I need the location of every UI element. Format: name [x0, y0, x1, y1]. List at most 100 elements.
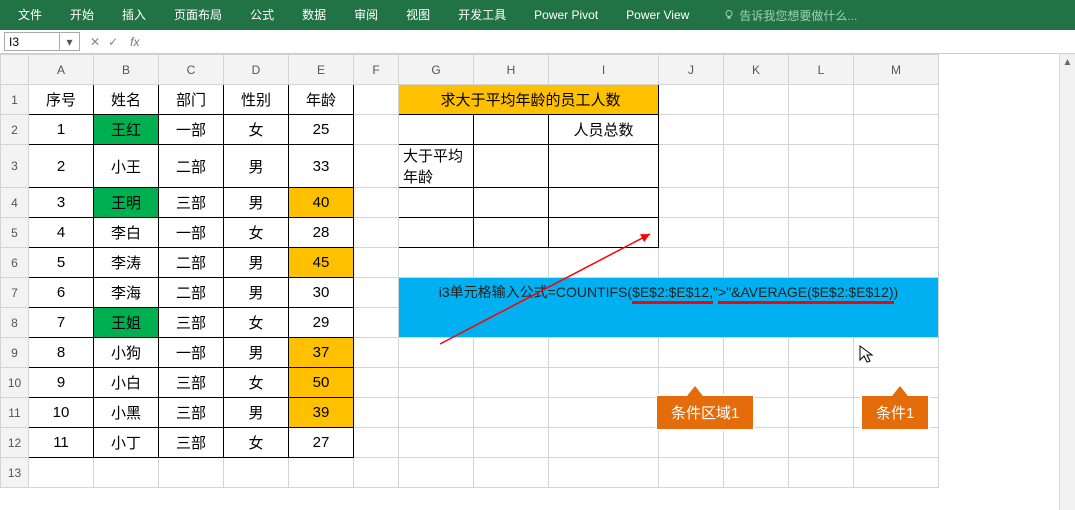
cell-E8[interactable]: 29: [289, 308, 354, 338]
cell-K1[interactable]: [724, 85, 789, 115]
cell-A9[interactable]: 8: [29, 338, 94, 368]
cell-B7[interactable]: 李海: [94, 278, 159, 308]
ribbon-tab-审阅[interactable]: 审阅: [340, 0, 392, 30]
cell-J6[interactable]: [659, 248, 724, 278]
cell-L5[interactable]: [789, 218, 854, 248]
cell-E9[interactable]: 37: [289, 338, 354, 368]
cell-M5[interactable]: [854, 218, 939, 248]
cell-K4[interactable]: [724, 188, 789, 218]
cell-G12[interactable]: [399, 428, 474, 458]
cell-E5[interactable]: 28: [289, 218, 354, 248]
cell-D3[interactable]: 男: [224, 145, 289, 188]
cell-H4[interactable]: [474, 188, 549, 218]
cell-K10[interactable]: [724, 368, 789, 398]
cell-B6[interactable]: 李涛: [94, 248, 159, 278]
cell-A2[interactable]: 1: [29, 115, 94, 145]
cell-A10[interactable]: 9: [29, 368, 94, 398]
cell-C8[interactable]: 三部: [159, 308, 224, 338]
cell-J2[interactable]: [659, 115, 724, 145]
col-header-L[interactable]: L: [789, 55, 854, 85]
cell-J5[interactable]: [659, 218, 724, 248]
cell-D4[interactable]: 男: [224, 188, 289, 218]
cell-A4[interactable]: 3: [29, 188, 94, 218]
cell-E1[interactable]: 年龄: [289, 85, 354, 115]
cell-D12[interactable]: 女: [224, 428, 289, 458]
row-header-10[interactable]: 10: [1, 368, 29, 398]
cell-H6[interactable]: [474, 248, 549, 278]
cell-M13[interactable]: [854, 458, 939, 488]
cell-C5[interactable]: 一部: [159, 218, 224, 248]
cell-M6[interactable]: [854, 248, 939, 278]
cell-B10[interactable]: 小白: [94, 368, 159, 398]
ribbon-tab-插入[interactable]: 插入: [108, 0, 160, 30]
cell-C2[interactable]: 一部: [159, 115, 224, 145]
cell-I9[interactable]: [549, 338, 659, 368]
cell-C11[interactable]: 三部: [159, 398, 224, 428]
col-header-M[interactable]: M: [854, 55, 939, 85]
cell-E10[interactable]: 50: [289, 368, 354, 398]
cell-L4[interactable]: [789, 188, 854, 218]
col-header-J[interactable]: J: [659, 55, 724, 85]
cell-F11[interactable]: [354, 398, 399, 428]
cell-K13[interactable]: [724, 458, 789, 488]
cell-G9[interactable]: [399, 338, 474, 368]
cell-B11[interactable]: 小黑: [94, 398, 159, 428]
cell-H11[interactable]: [474, 398, 549, 428]
cell-M1[interactable]: [854, 85, 939, 115]
ribbon-tab-数据[interactable]: 数据: [288, 0, 340, 30]
cell-I12[interactable]: [549, 428, 659, 458]
cell-E12[interactable]: 27: [289, 428, 354, 458]
cell-G7[interactable]: i3单元格输入公式=COUNTIFS($E$2:$E$12,">"&AVERAG…: [399, 278, 939, 338]
row-header-3[interactable]: 3: [1, 145, 29, 188]
cell-F5[interactable]: [354, 218, 399, 248]
scroll-up-icon[interactable]: ▲: [1060, 54, 1075, 70]
cell-C3[interactable]: 二部: [159, 145, 224, 188]
cell-H2[interactable]: [474, 115, 549, 145]
ribbon-tab-开发工具[interactable]: 开发工具: [444, 0, 520, 30]
cell-M4[interactable]: [854, 188, 939, 218]
cell-A8[interactable]: 7: [29, 308, 94, 338]
cell-H9[interactable]: [474, 338, 549, 368]
cell-H12[interactable]: [474, 428, 549, 458]
cell-E4[interactable]: 40: [289, 188, 354, 218]
cell-F12[interactable]: [354, 428, 399, 458]
cell-K5[interactable]: [724, 218, 789, 248]
ribbon-tab-开始[interactable]: 开始: [56, 0, 108, 30]
cell-L9[interactable]: [789, 338, 854, 368]
cell-B12[interactable]: 小丁: [94, 428, 159, 458]
cell-B9[interactable]: 小狗: [94, 338, 159, 368]
cell-A1[interactable]: 序号: [29, 85, 94, 115]
cell-C12[interactable]: 三部: [159, 428, 224, 458]
cell-B3[interactable]: 小王: [94, 145, 159, 188]
row-header-9[interactable]: 9: [1, 338, 29, 368]
cell-A5[interactable]: 4: [29, 218, 94, 248]
cell-B4[interactable]: 王明: [94, 188, 159, 218]
cell-F2[interactable]: [354, 115, 399, 145]
cell-I11[interactable]: [549, 398, 659, 428]
cell-G5[interactable]: [399, 218, 474, 248]
cell-F13[interactable]: [354, 458, 399, 488]
cell-J4[interactable]: [659, 188, 724, 218]
tell-me-search[interactable]: 告诉我您想要做什么...: [703, 7, 857, 24]
cell-M12[interactable]: [854, 428, 939, 458]
spreadsheet-grid[interactable]: ABCDEFGHIJKLM1序号姓名部门性别年龄求大于平均年龄的员工人数21王红…: [0, 54, 939, 488]
cell-D2[interactable]: 女: [224, 115, 289, 145]
cell-E13[interactable]: [289, 458, 354, 488]
cell-C13[interactable]: [159, 458, 224, 488]
cell-G3[interactable]: 大于平均年龄: [399, 145, 474, 188]
cell-E3[interactable]: 33: [289, 145, 354, 188]
cell-M2[interactable]: [854, 115, 939, 145]
formula-accept-icon[interactable]: ✓: [108, 35, 118, 49]
cell-F4[interactable]: [354, 188, 399, 218]
cell-C1[interactable]: 部门: [159, 85, 224, 115]
cell-G13[interactable]: [399, 458, 474, 488]
col-header-K[interactable]: K: [724, 55, 789, 85]
cell-I2[interactable]: 人员总数: [549, 115, 659, 145]
cell-A3[interactable]: 2: [29, 145, 94, 188]
ribbon-tab-Power Pivot[interactable]: Power Pivot: [520, 0, 612, 30]
row-header-2[interactable]: 2: [1, 115, 29, 145]
cell-G2[interactable]: [399, 115, 474, 145]
ribbon-tab-Power View[interactable]: Power View: [612, 0, 703, 30]
cell-L12[interactable]: [789, 428, 854, 458]
col-header-G[interactable]: G: [399, 55, 474, 85]
